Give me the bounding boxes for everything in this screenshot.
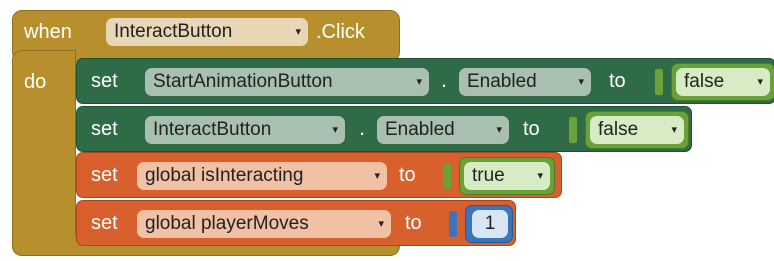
chevron-down-icon: ▾ [374, 170, 380, 182]
dot-separator: . [441, 67, 448, 92]
chevron-down-icon: ▾ [578, 76, 584, 88]
set-keyword: set [91, 118, 118, 140]
chevron-down-icon: ▾ [537, 170, 543, 182]
variable-dropdown[interactable]: global playerMoves ▾ [137, 210, 391, 238]
when-keyword: when [24, 21, 72, 43]
set-component-property-block[interactable]: set StartAnimationButton ▾ . Enabled ▾ t… [76, 58, 774, 104]
set-component-property-block[interactable]: set InteractButton ▾ . Enabled ▾ to fals… [76, 106, 692, 152]
chevron-down-icon: ▾ [416, 76, 422, 88]
to-keyword: to [523, 118, 540, 140]
property-dropdown[interactable]: Enabled ▾ [377, 116, 509, 144]
variable-label: global playerMoves [145, 213, 309, 234]
chevron-down-icon: ▾ [496, 124, 502, 136]
logic-value-dropdown[interactable]: true ▾ [464, 162, 550, 190]
do-keyword: do [24, 71, 47, 93]
event-name: .Click [316, 21, 365, 43]
variable-dropdown[interactable]: global isInteracting ▾ [137, 162, 387, 190]
logic-value-label: true [472, 165, 505, 186]
socket-connector [569, 117, 577, 143]
component-label: InteractButton [153, 119, 272, 140]
logic-true-block[interactable]: true ▾ [459, 157, 555, 195]
set-keyword: set [91, 212, 118, 234]
chevron-down-icon: ▾ [295, 26, 301, 38]
chevron-down-icon: ▾ [332, 124, 338, 136]
socket-connector [449, 211, 457, 237]
event-component-dropdown[interactable]: InteractButton ▾ [106, 18, 308, 46]
logic-value-label: false [684, 71, 725, 92]
number-block[interactable]: 1 [465, 205, 513, 243]
to-keyword: to [405, 212, 422, 234]
number-value: 1 [484, 213, 496, 234]
event-component-label: InteractButton [114, 21, 233, 42]
chevron-down-icon: ▾ [671, 124, 677, 136]
component-label: StartAnimationButton [153, 71, 333, 92]
to-keyword: to [609, 70, 626, 92]
logic-false-block[interactable]: false ▾ [671, 63, 774, 101]
component-dropdown[interactable]: StartAnimationButton ▾ [145, 68, 429, 96]
socket-connector [655, 69, 663, 95]
set-keyword: set [91, 164, 118, 186]
property-label: Enabled [467, 71, 537, 92]
logic-value-dropdown[interactable]: false ▾ [676, 68, 770, 96]
set-global-variable-block[interactable]: set global playerMoves ▾ to 1 [76, 200, 516, 246]
component-dropdown[interactable]: InteractButton ▾ [145, 116, 345, 144]
set-global-variable-block[interactable]: set global isInteracting ▾ to true ▾ [76, 152, 562, 198]
logic-value-label: false [598, 119, 639, 140]
logic-value-dropdown[interactable]: false ▾ [590, 116, 684, 144]
property-dropdown[interactable]: Enabled ▾ [459, 68, 591, 96]
chevron-down-icon: ▾ [378, 218, 384, 230]
dot-separator: . [359, 115, 366, 140]
to-keyword: to [399, 164, 416, 186]
chevron-down-icon: ▾ [757, 76, 763, 88]
property-label: Enabled [385, 119, 455, 140]
logic-false-block[interactable]: false ▾ [585, 111, 689, 149]
socket-connector [443, 163, 451, 189]
variable-label: global isInteracting [145, 165, 304, 186]
set-keyword: set [91, 70, 118, 92]
number-value-field[interactable]: 1 [472, 210, 508, 238]
